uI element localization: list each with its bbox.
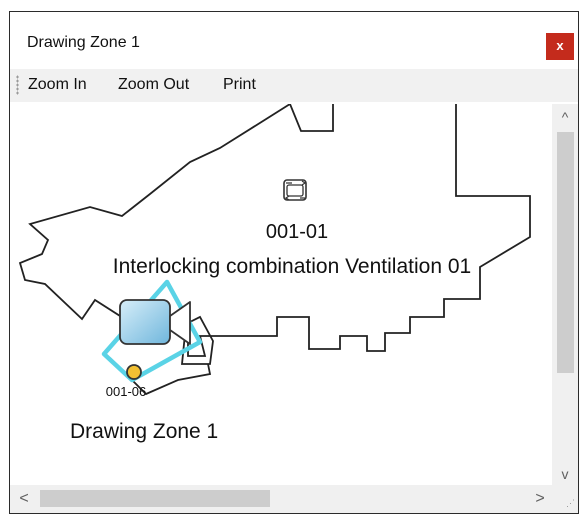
resize-grip[interactable]: ⋰	[552, 485, 578, 513]
device-name-label: Interlocking combination Ventilation 01	[113, 255, 471, 278]
toolbar: Zoom In Zoom Out Print	[10, 69, 578, 102]
ventilation-icon[interactable]	[283, 179, 307, 201]
scroll-down-icon[interactable]: v	[552, 463, 578, 485]
sensor-dot-icon[interactable]	[126, 364, 142, 380]
drawing-canvas[interactable]: 001-01 Interlocking combination Ventilat…	[10, 104, 551, 485]
floor-plan-drawing: 001-01 Interlocking combination Ventilat…	[18, 104, 531, 443]
scroll-right-icon[interactable]: >	[528, 485, 552, 513]
sensor-id-label: 001-06	[106, 384, 146, 399]
toolbar-grip-icon[interactable]	[16, 75, 19, 95]
horizontal-scroll-thumb[interactable]	[40, 490, 270, 507]
close-button[interactable]: x	[546, 33, 574, 60]
zone-name-label: Drawing Zone 1	[70, 420, 218, 443]
window-title: Drawing Zone 1	[27, 34, 140, 51]
vertical-scrollbar[interactable]: ^ v	[552, 104, 578, 485]
title-bar: Drawing Zone 1 x	[10, 12, 578, 68]
zoom-out-button[interactable]: Zoom Out	[118, 76, 189, 94]
scroll-up-icon[interactable]: ^	[552, 106, 578, 128]
print-button[interactable]: Print	[223, 76, 256, 94]
vertical-scroll-thumb[interactable]	[557, 132, 574, 373]
zone-outline[interactable]	[181, 104, 531, 365]
horizontal-scrollbar[interactable]: < >	[10, 485, 552, 513]
resize-grip-icon[interactable]: ⋰	[566, 498, 575, 509]
scroll-left-icon[interactable]: <	[12, 485, 36, 513]
device-id-label: 001-01	[266, 221, 328, 243]
drawing-zone-window: Drawing Zone 1 x Zoom In Zoom Out Print …	[9, 11, 579, 514]
zoom-in-button[interactable]: Zoom In	[28, 76, 87, 94]
